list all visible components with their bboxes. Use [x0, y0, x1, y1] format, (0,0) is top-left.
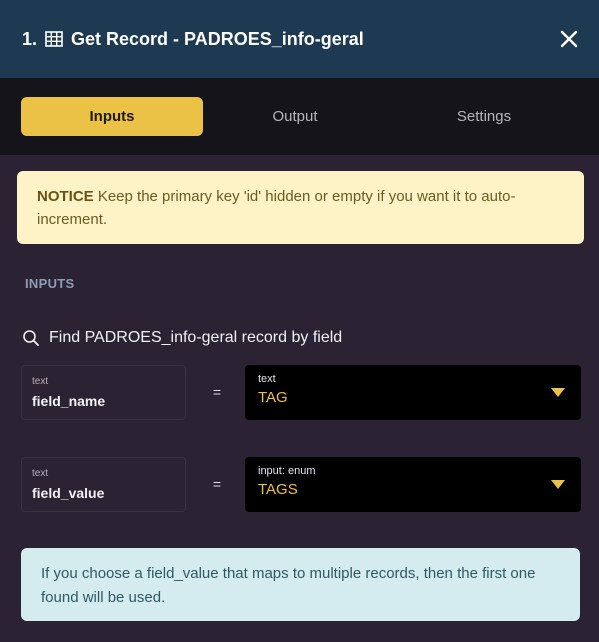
equals-operator: = — [212, 476, 222, 492]
field-value-select[interactable]: input: enum TAGS — [245, 457, 581, 512]
param-type: text — [32, 376, 49, 387]
field-name-select[interactable]: text TAG — [245, 365, 581, 420]
notice-text: Keep the primary key 'id' hidden or empt… — [37, 188, 516, 228]
selected-value: TAGS — [258, 481, 298, 498]
value-type: input: enum — [258, 465, 316, 477]
tab-output[interactable]: Output — [204, 97, 386, 136]
selected-value: TAG — [258, 389, 288, 406]
param-name: field_name — [32, 393, 106, 409]
tab-bar: Inputs Output Settings — [0, 78, 599, 155]
tab-inputs[interactable]: Inputs — [21, 97, 203, 136]
notice-label: NOTICE — [37, 188, 94, 205]
field-name-param: text field_name — [21, 365, 186, 420]
info-text: If you choose a field_value that maps to… — [41, 565, 536, 606]
search-icon — [22, 329, 40, 347]
modal-title: Get Record - PADROES_info-geral — [71, 28, 364, 49]
info-banner: If you choose a field_value that maps to… — [21, 548, 580, 621]
field-value-param: text field_value — [21, 457, 186, 512]
modal-header: 1. Get Record - PADROES_info-geral — [0, 0, 599, 78]
tab-settings[interactable]: Settings — [393, 97, 575, 136]
chevron-down-icon — [551, 388, 565, 397]
close-icon[interactable] — [557, 27, 581, 51]
table-grid-icon — [45, 30, 63, 48]
param-type: text — [32, 468, 49, 479]
find-record-heading: Find PADROES_info-geral record by field — [22, 327, 342, 349]
param-name: field_value — [32, 485, 105, 501]
equals-operator: = — [212, 384, 222, 400]
notice-banner: NOTICE Keep the primary key 'id' hidden … — [17, 171, 584, 244]
chevron-down-icon — [551, 480, 565, 489]
step-number: 1. — [22, 28, 38, 49]
value-type: text — [258, 373, 276, 385]
find-record-text: Find PADROES_info-geral record by field — [49, 329, 343, 346]
section-label-inputs: INPUTS — [25, 276, 75, 291]
